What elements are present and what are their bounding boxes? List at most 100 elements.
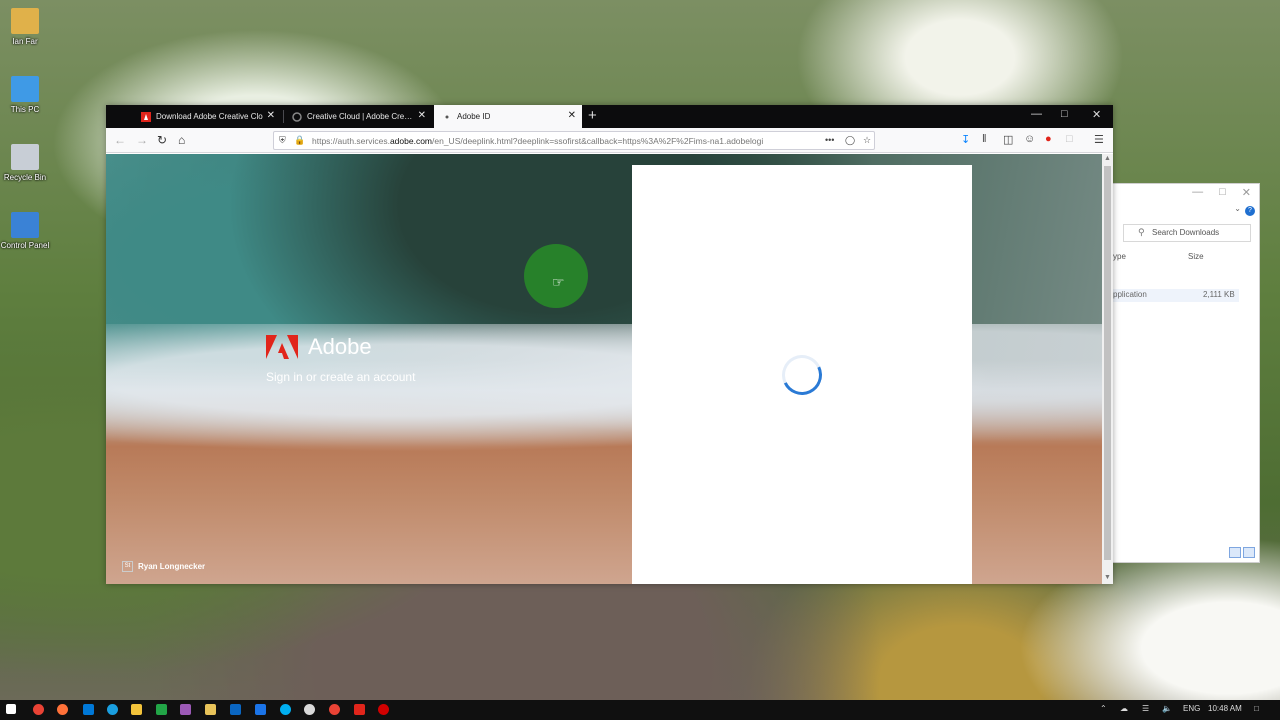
close-tab-icon[interactable]: ✕ <box>418 110 426 121</box>
loading-spinner-icon <box>776 349 828 401</box>
brand-name: Adobe <box>308 334 372 359</box>
extension-icon[interactable]: □ <box>1066 133 1073 145</box>
desktop-icon-control-panel[interactable]: Control Panel <box>0 212 54 250</box>
reload-icon[interactable]: ↻ <box>157 133 167 147</box>
maximize-icon[interactable]: □ <box>1219 186 1226 199</box>
search-input[interactable]: ⚲ Search Downloads <box>1123 224 1251 242</box>
windows-start-icon[interactable] <box>6 704 16 714</box>
close-icon[interactable]: ✕ <box>1242 186 1251 199</box>
folder-icon <box>11 8 39 34</box>
app-icon-purple[interactable] <box>180 704 191 715</box>
navigation-toolbar: ← → ↻ ⌂ ⛨ 🔒 https://auth.services.adobe.… <box>106 128 1113 153</box>
app-icon-yellow[interactable] <box>205 704 216 715</box>
close-icon[interactable]: ✕ <box>1092 108 1101 121</box>
sidebar-icon[interactable]: ◫ <box>1003 133 1013 146</box>
network-icon[interactable]: ☰ <box>1142 704 1149 713</box>
adblock-icon[interactable]: ● <box>1045 133 1052 145</box>
chrome-icon[interactable] <box>33 704 44 715</box>
photo-credit-name: Ryan Longnecker <box>138 562 206 571</box>
taskbar: ⌃ ☁ ☰ 🔈 ENG 10:48 AM □ <box>0 700 1280 720</box>
chrome-icon-2[interactable] <box>329 704 340 715</box>
tab-adobe-id[interactable]: Adobe ID ✕ <box>434 105 582 128</box>
help-icon[interactable]: ? <box>1245 206 1255 216</box>
tab-download-adobe-cc[interactable]: Download Adobe Creative Clo ✕ <box>133 105 281 128</box>
scroll-down-icon[interactable]: ▼ <box>1104 574 1111 581</box>
adobe-logo-icon <box>266 335 298 359</box>
chevron-down-icon[interactable]: ⌄ <box>1234 204 1241 213</box>
adobe-branding: Adobe Sign in or create an account <box>266 334 415 384</box>
library-icon[interactable]: ‖ <box>982 133 987 145</box>
recorder-icon[interactable] <box>378 704 389 715</box>
url-text[interactable]: https://auth.services.adobe.com/en_US/de… <box>312 136 802 146</box>
view-toggle[interactable] <box>1229 547 1255 558</box>
page-actions-icon[interactable]: ••• <box>825 135 834 145</box>
desktop-icon-this-pc[interactable]: This PC <box>0 76 54 114</box>
tab-title: Download Adobe Creative Clo <box>156 112 263 121</box>
outlook-icon[interactable] <box>230 704 241 715</box>
tab-title: Adobe ID <box>457 112 491 121</box>
tab-bar: Download Adobe Creative Clo ✕ Creative C… <box>106 105 1113 128</box>
clock[interactable]: 10:48 AM <box>1208 704 1242 713</box>
tray-chevron-up-icon[interactable]: ⌃ <box>1100 704 1107 713</box>
details-view-icon[interactable] <box>1229 547 1241 558</box>
scrollbar-thumb[interactable] <box>1104 166 1111 560</box>
desktop-icon-label: Recycle Bin <box>3 173 47 182</box>
close-tab-icon[interactable]: ✕ <box>568 110 576 121</box>
tiles-view-icon[interactable] <box>1243 547 1255 558</box>
desktop-icon-label: Control Panel <box>0 241 50 250</box>
forward-icon[interactable]: → <box>136 133 148 147</box>
app-icon-green[interactable] <box>156 704 167 715</box>
maximize-icon[interactable]: □ <box>1061 108 1068 120</box>
ie-icon[interactable] <box>107 704 118 715</box>
download-icon[interactable]: ↧ <box>961 133 970 146</box>
recycle-bin-icon <box>11 144 39 170</box>
file-type: pplication <box>1113 290 1147 299</box>
lock-icon[interactable]: 🔒 <box>294 135 305 146</box>
explorer-window[interactable]: — □ ✕ ⌄ ? ⚲ Search Downloads ype Size pp… <box>1112 183 1260 563</box>
control-panel-icon <box>11 212 39 238</box>
tab-title: Creative Cloud | Adobe Creativ <box>307 112 415 121</box>
home-icon[interactable]: ⌂ <box>178 133 185 147</box>
adobe-logo-icon <box>141 111 151 122</box>
browser-window: Download Adobe Creative Clo ✕ Creative C… <box>106 105 1113 584</box>
account-icon[interactable]: ☺ <box>1024 133 1035 145</box>
tagline: Sign in or create an account <box>266 370 416 384</box>
new-tab-icon[interactable]: + <box>588 107 597 124</box>
onedrive-icon[interactable]: ☁ <box>1120 704 1128 713</box>
url-bar[interactable]: ⛨ 🔒 https://auth.services.adobe.com/en_U… <box>273 131 875 150</box>
tracking-shield-icon[interactable]: ⛨ <box>279 135 286 146</box>
file-explorer-icon[interactable] <box>131 704 142 715</box>
sign-in-card <box>632 165 972 584</box>
desktop-icon-recycle-bin[interactable]: Recycle Bin <box>0 144 54 182</box>
tab-creative-cloud[interactable]: Creative Cloud | Adobe Creativ ✕ <box>284 105 432 128</box>
desktop-icon-user-folder[interactable]: Ian Far <box>0 8 54 46</box>
minimize-icon[interactable]: — <box>1192 186 1203 199</box>
column-header-size[interactable]: Size <box>1188 252 1204 261</box>
adobe-app-icon[interactable] <box>354 704 365 715</box>
back-icon[interactable]: ← <box>114 133 126 147</box>
page-content: ☞ Adobe Sign in or create an account St … <box>106 154 1102 584</box>
app-icon-blue[interactable] <box>255 704 266 715</box>
firefox-icon[interactable] <box>57 704 68 715</box>
column-header-type[interactable]: ype <box>1113 252 1126 261</box>
skype-icon[interactable] <box>280 704 291 715</box>
desktop-icon-label: Ian Far <box>12 37 38 46</box>
search-placeholder: Search Downloads <box>1152 228 1220 237</box>
scrollbar[interactable]: ▲ ▼ <box>1102 154 1113 584</box>
notifications-icon[interactable]: □ <box>1254 704 1259 713</box>
bookmark-star-icon[interactable]: ☆ <box>863 135 871 146</box>
volume-icon[interactable]: 🔈 <box>1162 704 1172 713</box>
loading-dot-icon <box>445 115 449 118</box>
minimize-icon[interactable]: — <box>1031 108 1042 120</box>
file-size: 2,111 KB <box>1203 290 1235 299</box>
close-tab-icon[interactable]: ✕ <box>267 110 275 121</box>
pocket-icon[interactable]: ◯ <box>845 135 855 146</box>
language-indicator[interactable]: ENG <box>1183 704 1200 713</box>
app-icon-grey[interactable] <box>304 704 315 715</box>
creative-cloud-icon <box>292 111 302 122</box>
edge-icon[interactable] <box>83 704 94 715</box>
menu-icon[interactable]: ☰ <box>1094 133 1104 146</box>
search-icon: ⚲ <box>1138 227 1145 237</box>
scroll-up-icon[interactable]: ▲ <box>1104 155 1111 162</box>
photo-credit[interactable]: St Ryan Longnecker <box>122 561 205 572</box>
